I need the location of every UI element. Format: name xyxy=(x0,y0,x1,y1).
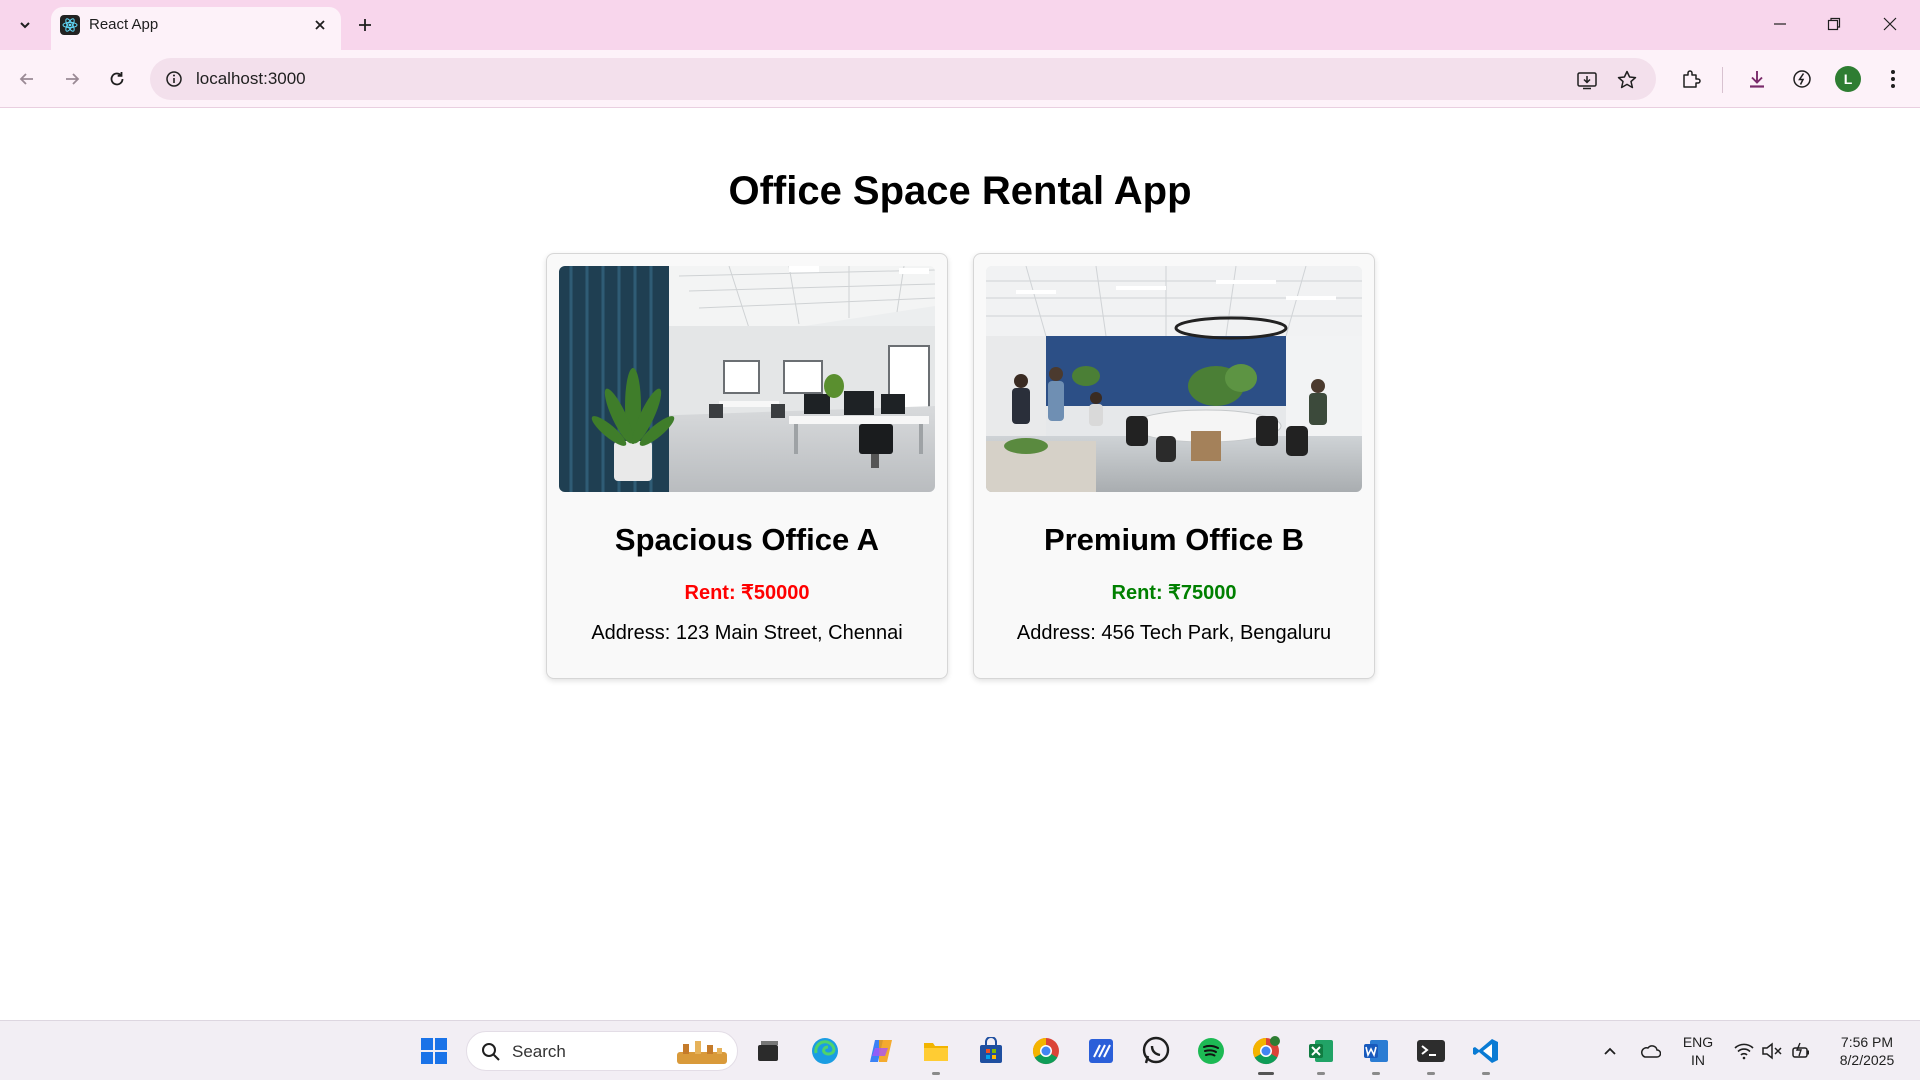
arrow-right-icon xyxy=(66,73,80,85)
windows-start-icon[interactable] xyxy=(414,1031,454,1071)
chrome-icon[interactable] xyxy=(1026,1031,1066,1071)
reload-button[interactable] xyxy=(100,62,134,96)
close-icon xyxy=(315,20,325,30)
install-app-icon[interactable] xyxy=(1574,67,1600,93)
edge-icon[interactable] xyxy=(805,1031,845,1071)
chevron-down-icon xyxy=(20,22,30,29)
clock-time: 7:56 PM xyxy=(1840,1034,1894,1050)
file-explorer-icon[interactable] xyxy=(916,1031,956,1075)
search-placeholder: Search xyxy=(512,1042,566,1061)
terminal-icon[interactable] xyxy=(1411,1031,1451,1075)
performance-icon[interactable] xyxy=(1785,62,1819,96)
battery-charging-icon[interactable] xyxy=(1790,1041,1814,1061)
arrow-left-icon xyxy=(19,73,33,85)
back-button[interactable] xyxy=(10,62,44,96)
spotify-icon[interactable] xyxy=(1191,1031,1231,1071)
address-bar[interactable]: localhost:3000 xyxy=(150,58,1656,100)
browser-tab[interactable]: React App xyxy=(51,7,341,50)
tab-title: React App xyxy=(89,16,159,33)
volume-muted-icon[interactable] xyxy=(1760,1041,1784,1061)
site-info-icon[interactable] xyxy=(162,67,186,91)
more-vertical-icon xyxy=(1891,70,1895,88)
office-name: Spacious Office A xyxy=(614,522,880,557)
taskbar-search[interactable]: Search xyxy=(466,1031,738,1071)
browser-tab-strip: React App xyxy=(0,0,1920,50)
microsoft-store-icon[interactable] xyxy=(971,1031,1011,1071)
excel-icon[interactable] xyxy=(1301,1031,1341,1075)
forward-button[interactable] xyxy=(55,62,89,96)
running-indicator xyxy=(1482,1072,1490,1075)
tab-search-button[interactable] xyxy=(10,10,40,40)
restore-icon xyxy=(1827,17,1841,31)
whatsapp-icon[interactable] xyxy=(1136,1031,1176,1071)
running-indicator xyxy=(1317,1072,1325,1075)
copilot-icon[interactable] xyxy=(861,1031,901,1071)
running-indicator xyxy=(932,1072,940,1075)
word-icon[interactable] xyxy=(1356,1031,1396,1075)
clock-date: 8/2/2025 xyxy=(1839,1052,1895,1068)
office-card: Premium Office B Rent: ₹75000 Address: 4… xyxy=(973,253,1375,679)
language-indicator[interactable]: ENG IN xyxy=(1678,1033,1718,1069)
close-window-button[interactable] xyxy=(1862,0,1918,48)
office-card: Spacious Office A Rent: ₹50000 Address: … xyxy=(546,253,948,679)
task-view-icon[interactable] xyxy=(748,1031,788,1071)
profile-button[interactable]: L xyxy=(1831,62,1865,96)
language-code: ENG xyxy=(1682,1034,1714,1050)
restore-button[interactable] xyxy=(1806,0,1862,48)
new-tab-button[interactable] xyxy=(350,10,380,40)
region-code: IN xyxy=(1691,1052,1705,1068)
windows-taskbar: Search ENG IN 7:56 PM 8/2/2025 xyxy=(0,1020,1920,1080)
minimize-button[interactable] xyxy=(1752,0,1808,48)
office-rent: Rent: ₹50000 xyxy=(684,582,810,604)
search-highlight-icon xyxy=(677,1041,727,1064)
running-indicator xyxy=(1372,1072,1380,1075)
clock[interactable]: 7:56 PM 8/2/2025 xyxy=(1826,1033,1908,1069)
active-indicator xyxy=(1258,1072,1274,1075)
url-text: localhost:3000 xyxy=(196,69,306,88)
bookmark-star-icon[interactable] xyxy=(1614,67,1640,93)
running-indicator xyxy=(1427,1072,1435,1075)
chrome-profile-icon[interactable] xyxy=(1246,1031,1286,1075)
office-image xyxy=(986,266,1362,492)
page-title: Office Space Rental App xyxy=(728,169,1192,213)
plus-icon xyxy=(359,19,371,31)
react-atom-icon xyxy=(60,15,80,35)
page-content: Office Space Rental App Spacious Office … xyxy=(0,109,1920,1020)
chevron-up-icon[interactable] xyxy=(1598,1041,1622,1061)
browser-toolbar: localhost:3000 L xyxy=(0,50,1920,108)
visual-studio-icon[interactable] xyxy=(1081,1031,1121,1071)
vscode-icon[interactable] xyxy=(1466,1031,1506,1075)
minimize-icon xyxy=(1774,23,1786,25)
office-name: Premium Office B xyxy=(1043,522,1305,557)
office-rent: Rent: ₹75000 xyxy=(1111,582,1237,604)
close-icon xyxy=(1883,17,1897,31)
avatar: L xyxy=(1835,66,1861,92)
onedrive-icon[interactable] xyxy=(1638,1041,1662,1061)
search-icon xyxy=(482,1043,500,1061)
office-image xyxy=(559,266,935,492)
chrome-menu-button[interactable] xyxy=(1876,62,1910,96)
wifi-icon[interactable] xyxy=(1732,1041,1756,1061)
tab-close-button[interactable] xyxy=(308,13,332,37)
toolbar-divider xyxy=(1722,67,1723,93)
downloads-icon[interactable] xyxy=(1740,62,1774,96)
reload-icon xyxy=(110,72,124,86)
extensions-icon[interactable] xyxy=(1674,62,1708,96)
office-address: Address: 456 Tech Park, Bengaluru xyxy=(1016,622,1332,644)
office-address: Address: 123 Main Street, Chennai xyxy=(591,622,903,644)
